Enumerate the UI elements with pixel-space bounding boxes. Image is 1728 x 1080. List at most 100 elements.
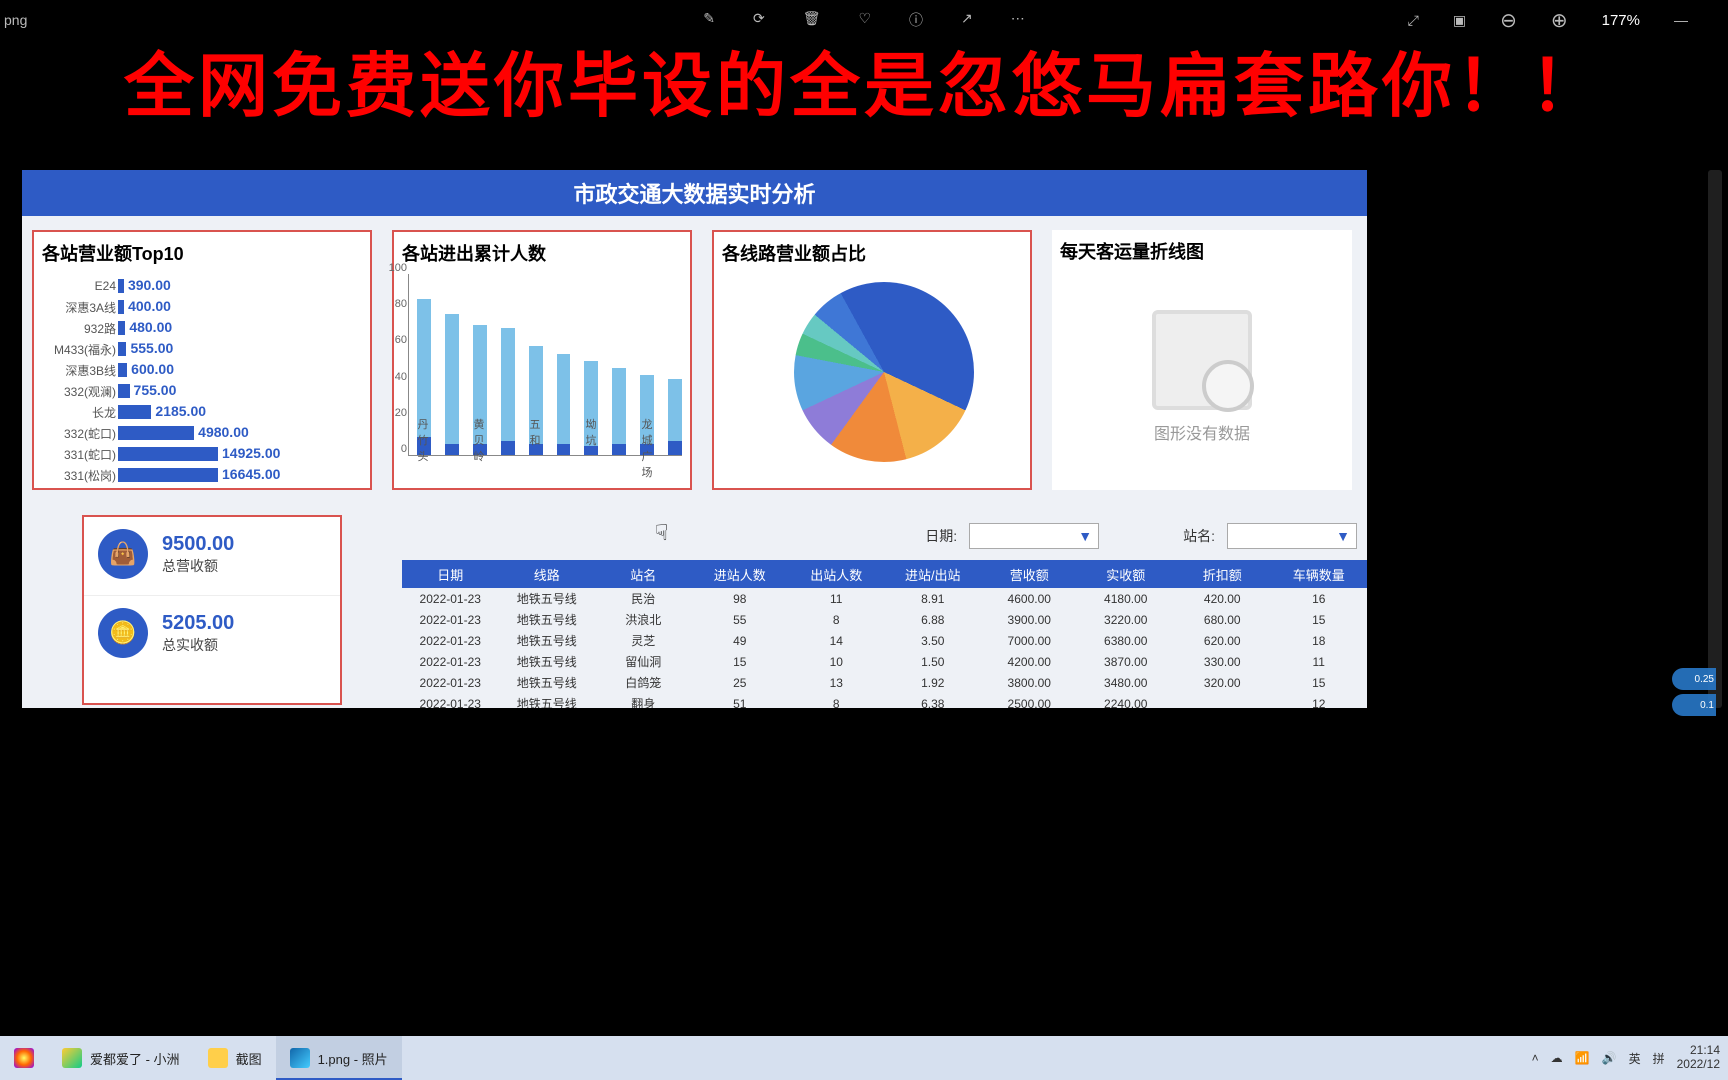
zoom-out-icon[interactable]: ⊖	[1500, 8, 1517, 33]
table-header-cell: 实收额	[1078, 565, 1175, 584]
table-cell: 3900.00	[981, 613, 1078, 627]
tray-wifi-icon[interactable]: 📶	[1575, 1051, 1590, 1065]
table-cell: 2240.00	[1078, 697, 1175, 709]
table-cell: 330.00	[1174, 655, 1271, 669]
windows-taskbar: 爱都爱了 - 小洲 截图 1.png - 照片 ˄ ☁ 📶 🔊 英 拼 21:1…	[0, 1036, 1728, 1080]
hbar-bar	[118, 426, 194, 440]
vbar-xlabel	[500, 416, 514, 480]
hbar-label: 长龙	[38, 404, 118, 421]
viewer-right-actions: ⤢ ▣ ⊖ ⊕ 177% —	[1408, 8, 1728, 33]
bag-icon: 👜	[98, 529, 148, 579]
panel-title: 各线路营业额占比	[714, 232, 1030, 270]
date-filter-select[interactable]: ▼	[969, 523, 1099, 549]
share-icon[interactable]: ↗	[961, 10, 973, 30]
hbar-label: 932路	[38, 320, 118, 337]
floating-button-1[interactable]: 0.25	[1672, 668, 1716, 690]
table-cell: 2022-01-23	[402, 634, 499, 648]
station-filter-select[interactable]: ▼	[1227, 523, 1357, 549]
vbar-ytick: 20	[383, 407, 407, 419]
table-cell: 地铁五号线	[499, 695, 596, 708]
hbar-value: 390.00	[128, 277, 171, 293]
taskbar-app-photos[interactable]: 1.png - 照片	[276, 1036, 402, 1080]
hbar-label: M433(福永)	[38, 341, 118, 358]
folder-icon	[208, 1048, 228, 1068]
vbar-xlabel: 坳坑	[584, 416, 598, 480]
table-cell: 8.91	[885, 592, 982, 606]
delete-icon[interactable]: 🗑	[803, 10, 821, 30]
table-row[interactable]: 2022-01-23地铁五号线白鸽笼25131.923800.003480.00…	[402, 672, 1367, 693]
vbar-xlabel	[668, 416, 682, 480]
table-cell: 6380.00	[1078, 634, 1175, 648]
expand-icon[interactable]: ⤢	[1408, 12, 1419, 29]
actual-revenue-label: 总实收额	[162, 635, 234, 655]
table-row[interactable]: 2022-01-23地铁五号线翻身5186.382500.002240.0012	[402, 693, 1367, 708]
hbar-value: 2185.00	[155, 403, 206, 419]
taskbar-label: 爱都爱了 - 小洲	[90, 1049, 180, 1068]
vbar-ytick: 0	[383, 443, 407, 455]
table-cell: 洪浪北	[595, 611, 692, 628]
table-cell: 地铁五号线	[499, 653, 596, 670]
ime-indicator-2[interactable]: 拼	[1653, 1050, 1665, 1067]
taskbar-app-folder[interactable]: 截图	[194, 1036, 276, 1080]
table-cell: 2022-01-23	[402, 697, 499, 709]
table-cell: 白鸽笼	[595, 674, 692, 691]
table-cell: 18	[1271, 634, 1368, 648]
hbar-value: 555.00	[130, 340, 173, 356]
dashboard-title: 市政交通大数据实时分析	[22, 170, 1367, 216]
table-cell: 13	[788, 676, 885, 690]
table-header-cell: 出站人数	[788, 565, 885, 584]
vbar-xlabel: 五和	[528, 416, 542, 480]
vbar-xlabel: 黄贝岭	[472, 416, 486, 480]
start-icon	[14, 1048, 34, 1068]
fit-icon[interactable]: ▣	[1453, 12, 1466, 29]
table-row[interactable]: 2022-01-23地铁五号线灵芝49143.507000.006380.006…	[402, 630, 1367, 651]
hbar-label: 331(松岗)	[38, 467, 118, 484]
rotate-icon[interactable]: ⟳	[753, 10, 765, 30]
floating-button-2[interactable]: 0.1	[1672, 694, 1716, 716]
tray-volume-icon[interactable]: 🔊	[1602, 1051, 1617, 1065]
data-table: 日期线路站名进站人数出站人数进站/出站营收额实收额折扣额车辆数量 2022-01…	[402, 560, 1367, 708]
table-cell: 620.00	[1174, 634, 1271, 648]
tray-onedrive-icon[interactable]: ☁	[1551, 1051, 1563, 1065]
table-cell: 地铁五号线	[499, 674, 596, 691]
panel-daily-passenger-line: 每天客运量折线图 图形没有数据	[1052, 230, 1352, 490]
favorite-icon[interactable]: ♡	[858, 10, 871, 30]
table-cell: 4180.00	[1078, 592, 1175, 606]
hbar-bar	[118, 447, 218, 461]
info-icon[interactable]: ⓘ	[909, 10, 923, 30]
table-header-cell: 线路	[499, 565, 596, 584]
tray-chevron-icon[interactable]: ˄	[1532, 1051, 1539, 1065]
vertical-scrollbar[interactable]	[1708, 170, 1722, 708]
table-cell: 680.00	[1174, 613, 1271, 627]
taskbar-clock[interactable]: 21:14 2022/12	[1677, 1044, 1720, 1072]
table-row[interactable]: 2022-01-23地铁五号线民治98118.914600.004180.004…	[402, 588, 1367, 609]
taskbar-app-music[interactable]: 爱都爱了 - 小洲	[48, 1036, 194, 1080]
cursor-icon: ☟	[655, 520, 668, 546]
table-cell: 6.38	[885, 697, 982, 709]
total-revenue-value: 9500.00	[162, 533, 234, 556]
table-row[interactable]: 2022-01-23地铁五号线洪浪北5586.883900.003220.006…	[402, 609, 1367, 630]
hbar-label: 深惠3B线	[38, 362, 118, 379]
panel-title: 各站进出累计人数	[394, 232, 690, 270]
zoom-in-icon[interactable]: ⊕	[1551, 8, 1568, 33]
edit-icon[interactable]: ✎	[703, 10, 715, 30]
hbar-value: 755.00	[134, 382, 177, 398]
start-button[interactable]	[0, 1036, 48, 1080]
ime-indicator-1[interactable]: 英	[1629, 1050, 1641, 1067]
panel-title: 每天客运量折线图	[1052, 230, 1352, 268]
more-icon[interactable]: ⋯	[1011, 10, 1025, 30]
table-cell: 2022-01-23	[402, 655, 499, 669]
hbar-label: E24	[38, 279, 118, 293]
actual-revenue-value: 5205.00	[162, 612, 234, 635]
vbar-xlabel	[444, 416, 458, 480]
minimize-icon[interactable]: —	[1674, 12, 1688, 28]
table-cell: 420.00	[1174, 592, 1271, 606]
table-cell: 3.50	[885, 634, 982, 648]
hbar-value: 600.00	[131, 361, 174, 377]
taskbar-label: 1.png - 照片	[318, 1049, 388, 1068]
table-cell: 灵芝	[595, 632, 692, 649]
table-cell: 11	[788, 592, 885, 606]
zoom-level: 177%	[1602, 12, 1640, 29]
table-cell: 翻身	[595, 695, 692, 708]
table-row[interactable]: 2022-01-23地铁五号线留仙洞15101.504200.003870.00…	[402, 651, 1367, 672]
